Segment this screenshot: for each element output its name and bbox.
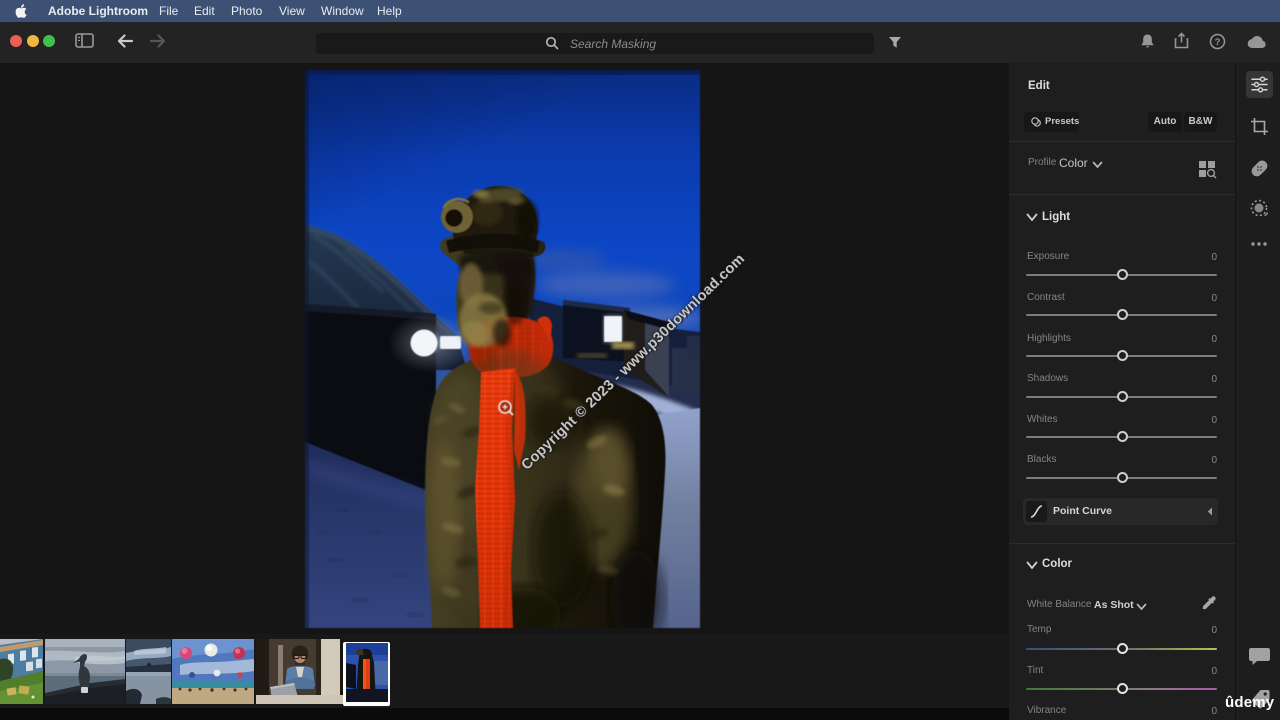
- svg-text:?: ?: [1215, 37, 1221, 48]
